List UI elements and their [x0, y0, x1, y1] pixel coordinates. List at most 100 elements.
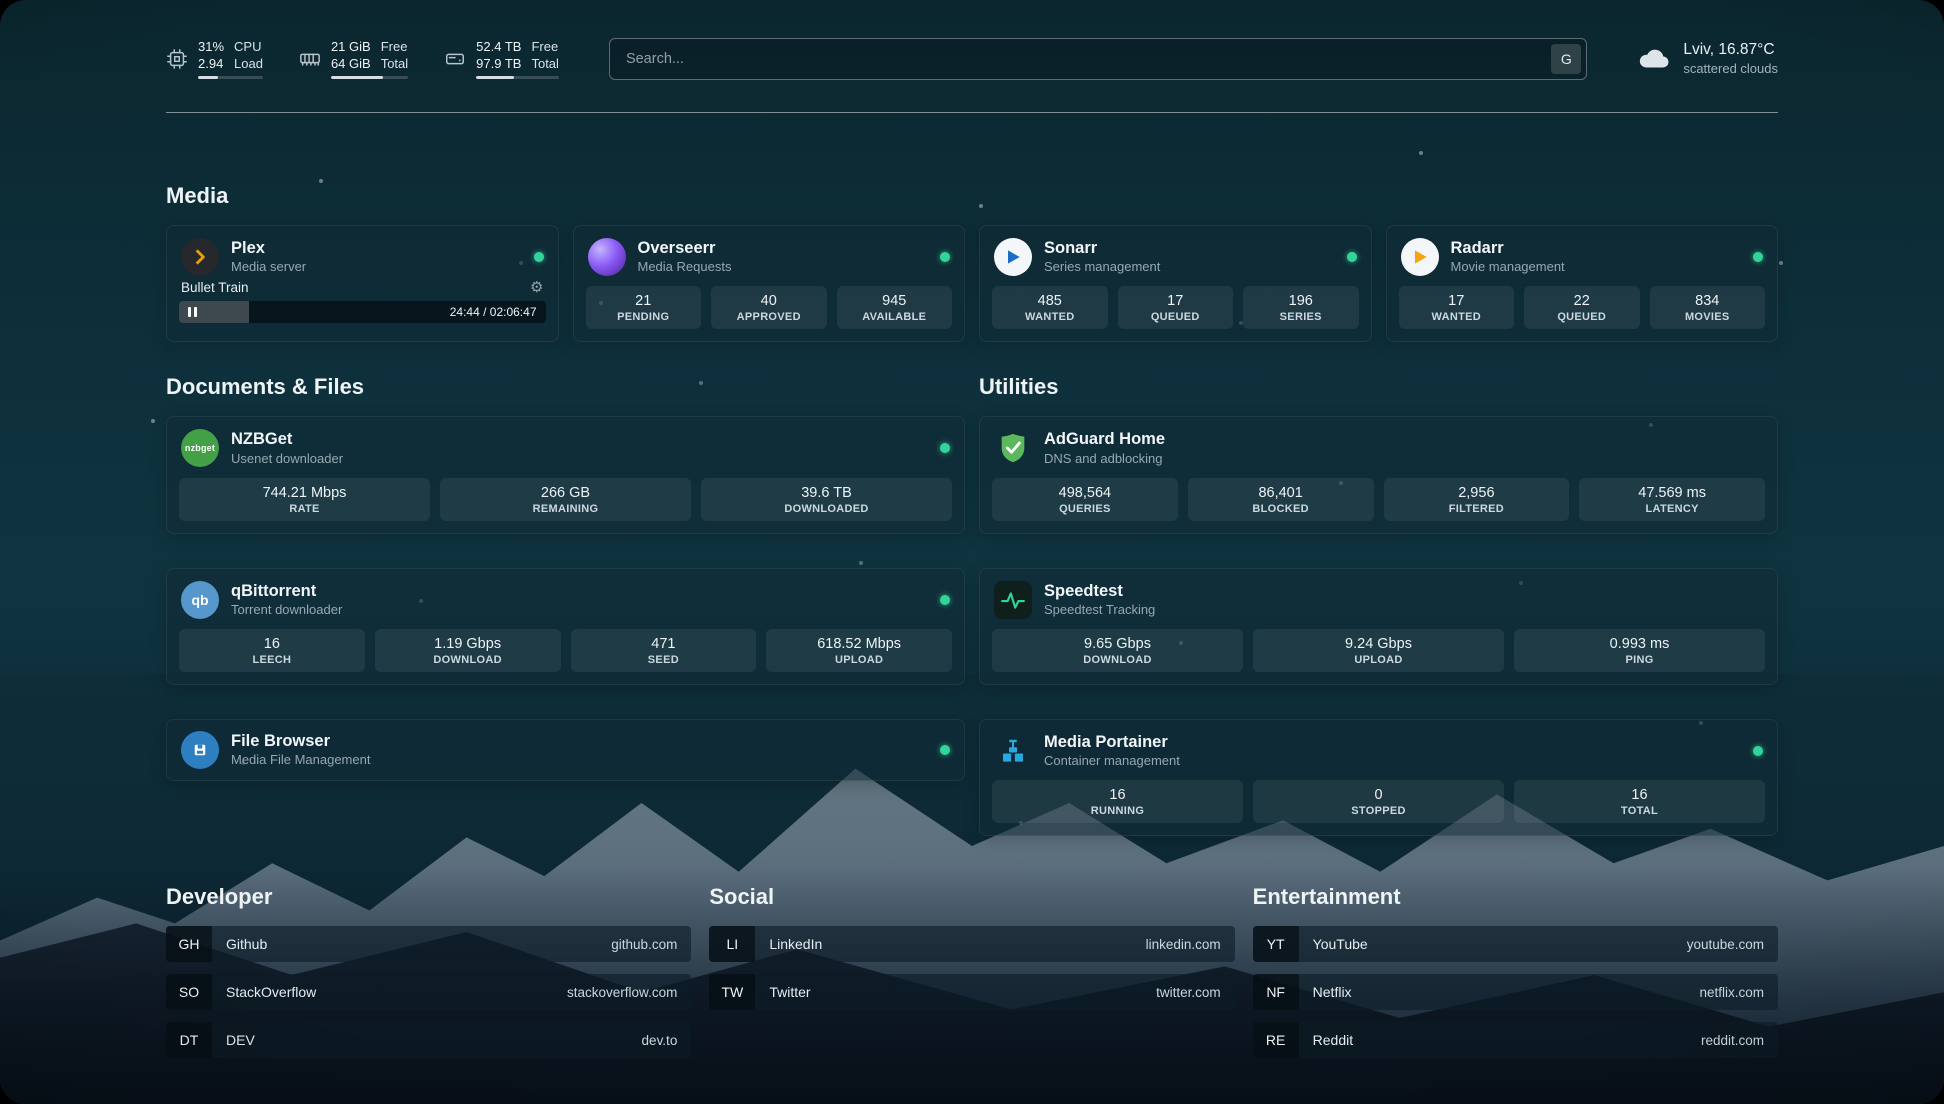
playback-time: 24:44 / 02:06:47 — [450, 305, 537, 319]
stat-value: 498,564 — [996, 485, 1174, 501]
stat-label: DOWNLOAD — [379, 654, 557, 666]
stat-value: 196 — [1247, 293, 1355, 309]
app-subtitle: Series management — [1044, 259, 1160, 276]
bookmark-row-youtube[interactable]: YT YouTube youtube.com — [1253, 926, 1778, 962]
stat-box: 17 QUEUED — [1118, 286, 1234, 329]
stat-box: 22 QUEUED — [1524, 286, 1640, 329]
app-title: qBittorrent — [231, 581, 342, 602]
app-subtitle: Container management — [1044, 753, 1180, 770]
stat-box: 21 PENDING — [586, 286, 702, 329]
app-card-nzbget[interactable]: nzbget NZBGet Usenet downloader 744.21 M… — [166, 416, 965, 533]
weather-condition: scattered clouds — [1683, 61, 1778, 78]
section-title-social: Social — [709, 884, 1234, 910]
section-media: Media Plex Media server — [166, 183, 1778, 342]
bookmark-url: stackoverflow.com — [567, 985, 691, 1000]
section-title-documents: Documents & Files — [166, 374, 965, 400]
stat-label: APPROVED — [715, 311, 823, 323]
bookmark-url: netflix.com — [1699, 985, 1778, 1000]
stat-box: 196 SERIES — [1243, 286, 1359, 329]
app-card-radarr[interactable]: Radarr Movie management 17 WANTED 22 QUE… — [1386, 225, 1779, 342]
app-card-adguard[interactable]: AdGuard Home DNS and adblocking 498,564 … — [979, 416, 1778, 533]
app-card-plex[interactable]: Plex Media server Bullet Train ⚙ 24:44 /… — [166, 225, 559, 342]
status-dot — [1347, 252, 1357, 262]
stat-value: 86,401 — [1192, 485, 1370, 501]
stat-label: UPLOAD — [1257, 654, 1500, 666]
stat-value: 2,956 — [1388, 485, 1566, 501]
stat-label: DOWNLOAD — [996, 654, 1239, 666]
stat-label: MOVIES — [1654, 311, 1762, 323]
app-subtitle: Media server — [231, 259, 306, 276]
app-card-overseerr[interactable]: Overseerr Media Requests 21 PENDING 40 A… — [573, 225, 966, 342]
ram-widget: 21 GiB 64 GiB Free Total — [299, 39, 408, 80]
app-card-sonarr[interactable]: Sonarr Series management 485 WANTED 17 Q… — [979, 225, 1372, 342]
bookmark-name: Github — [212, 936, 267, 952]
bookmark-row-linkedin[interactable]: LI LinkedIn linkedin.com — [709, 926, 1234, 962]
disk-readout: 52.4 TB 97.9 TB Free Total — [476, 39, 559, 80]
stat-label: SEED — [575, 654, 753, 666]
section-title-utilities: Utilities — [979, 374, 1778, 400]
system-metrics: 31% 2.94 CPU Load — [166, 39, 559, 80]
section-developer: Developer GH Github github.com SO StackO… — [166, 884, 691, 1058]
bookmark-row-github[interactable]: GH Github github.com — [166, 926, 691, 962]
app-card-qbittorrent[interactable]: qb qBittorrent Torrent downloader 16 LEE… — [166, 568, 965, 685]
disk-usage-bar — [476, 76, 559, 79]
disk-widget: 52.4 TB 97.9 TB Free Total — [444, 39, 559, 80]
stat-label: REMAINING — [444, 503, 687, 515]
bookmark-name: Twitter — [755, 984, 810, 1000]
app-card-filebrowser[interactable]: File Browser Media File Management — [166, 719, 965, 781]
bookmark-url: dev.to — [642, 1033, 692, 1048]
ram-usage-bar — [331, 76, 408, 79]
stat-label: UPLOAD — [770, 654, 948, 666]
search-engine-button[interactable]: G — [1551, 44, 1581, 74]
app-card-portainer[interactable]: Media Portainer Container management 16 … — [979, 719, 1778, 836]
stat-value: 471 — [575, 636, 753, 652]
stat-label: WANTED — [1403, 311, 1511, 323]
bookmark-abbr: RE — [1253, 1022, 1299, 1058]
ram-readout: 21 GiB 64 GiB Free Total — [331, 39, 408, 80]
bookmark-row-dev[interactable]: DT DEV dev.to — [166, 1022, 691, 1058]
settings-gear-icon[interactable]: ⚙ — [530, 280, 543, 295]
ram-icon — [299, 48, 321, 70]
stat-label: AVAILABLE — [841, 311, 949, 323]
section-title-media: Media — [166, 183, 1778, 209]
search-bar[interactable]: G — [609, 38, 1587, 80]
topbar: 31% 2.94 CPU Load — [166, 30, 1778, 88]
bookmark-row-twitter[interactable]: TW Twitter twitter.com — [709, 974, 1234, 1010]
stat-box: 0.993 ms PING — [1514, 629, 1765, 672]
bookmark-name: YouTube — [1299, 936, 1368, 952]
pause-button[interactable] — [188, 307, 197, 317]
disk-free-value: 52.4 TB — [476, 39, 521, 56]
stat-label: LATENCY — [1583, 503, 1761, 515]
stat-box: 266 GB REMAINING — [440, 478, 691, 521]
app-subtitle: Media File Management — [231, 752, 370, 769]
section-title-entertainment: Entertainment — [1253, 884, 1778, 910]
cpu-usage-value: 31% — [198, 39, 224, 56]
ram-free-label: Free — [381, 39, 408, 56]
section-utilities: Utilities AdGuard Home DNS and adblockin… — [979, 374, 1778, 836]
stat-label: QUERIES — [996, 503, 1174, 515]
app-title: Overseerr — [638, 238, 732, 259]
bookmark-abbr: GH — [166, 926, 212, 962]
stat-label: FILTERED — [1388, 503, 1566, 515]
stat-box: 17 WANTED — [1399, 286, 1515, 329]
app-title: AdGuard Home — [1044, 429, 1165, 450]
bookmark-url: linkedin.com — [1146, 937, 1235, 952]
playback-progress-bar[interactable]: 24:44 / 02:06:47 — [179, 301, 546, 323]
bookmark-row-stackoverflow[interactable]: SO StackOverflow stackoverflow.com — [166, 974, 691, 1010]
bookmark-row-reddit[interactable]: RE Reddit reddit.com — [1253, 1022, 1778, 1058]
cpu-usage-bar — [198, 76, 263, 79]
status-dot — [534, 252, 544, 262]
search-input[interactable] — [624, 50, 1551, 68]
stat-value: 1.19 Gbps — [379, 636, 557, 652]
weather-widget: Lviv, 16.87°C scattered clouds — [1637, 40, 1778, 77]
stat-box: 498,564 QUERIES — [992, 478, 1178, 521]
app-card-speedtest[interactable]: Speedtest Speedtest Tracking 9.65 Gbps D… — [979, 568, 1778, 685]
nzbget-icon: nzbget — [181, 429, 219, 467]
ram-free-value: 21 GiB — [331, 39, 371, 56]
stat-box: 39.6 TB DOWNLOADED — [701, 478, 952, 521]
stat-label: RUNNING — [996, 805, 1239, 817]
overseerr-icon — [588, 238, 626, 276]
app-title: File Browser — [231, 731, 370, 752]
bookmark-row-netflix[interactable]: NF Netflix netflix.com — [1253, 974, 1778, 1010]
stat-value: 618.52 Mbps — [770, 636, 948, 652]
